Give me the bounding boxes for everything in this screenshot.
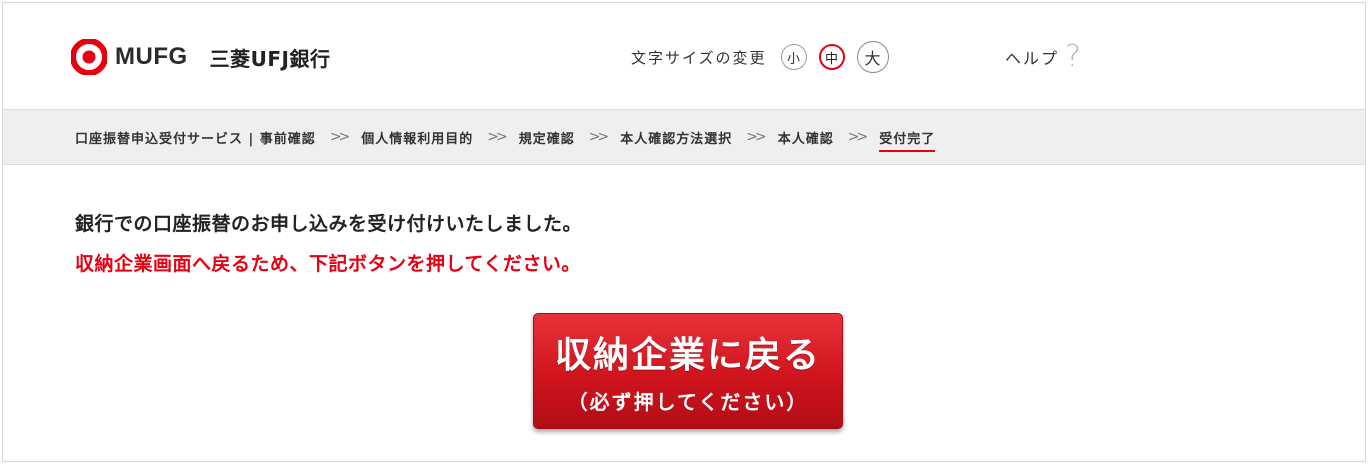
breadcrumb-step-complete: 受付完了 (879, 128, 936, 152)
return-instruction-message: 収納企業画面へ戻るため、下記ボタンを押してください。 (75, 253, 581, 275)
help-label: ヘルプ (1005, 49, 1060, 68)
breadcrumb-step-terms-check: 規定確認 (518, 131, 575, 147)
font-size-label: 文字サイズの変更 (631, 48, 767, 67)
logo-text: MUFG (115, 43, 188, 70)
bank-name: 三菱UFJ銀行 (209, 46, 331, 71)
return-button-sub-label: （必ず押してください） (567, 390, 809, 414)
breadcrumb: 口座振替申込受付サービス | 事前確認 >> 個人情報利用目的 >> 規定確認 … (3, 109, 1365, 165)
return-button-label: 収納企業に戻る (554, 335, 821, 376)
mufg-logo-icon (71, 39, 107, 75)
double-chevron-right-icon: >> (329, 129, 351, 145)
breadcrumb-step-privacy-purpose: 個人情報利用目的 (361, 131, 474, 147)
font-size-large-button[interactable]: 大 (856, 41, 889, 73)
font-size-controls: 文字サイズの変更 小 中 大 (631, 41, 901, 73)
font-size-medium-button[interactable]: 中 (818, 44, 845, 70)
font-size-small-button[interactable]: 小 (780, 44, 807, 70)
return-to-merchant-button[interactable]: 収納企業に戻る （必ず押してください） (533, 313, 843, 429)
header: MUFG 三菱UFJ銀行 文字サイズの変更 小 中 大 ヘルプ ? (3, 3, 1365, 109)
double-chevron-right-icon: >> (487, 129, 508, 145)
breadcrumb-step-pre-check: 口座振替申込受付サービス | 事前確認 (75, 131, 316, 147)
completion-message: 銀行での口座振替のお申し込みを受け付けいたしました。 (75, 213, 583, 235)
help-question-icon: ? (1065, 39, 1081, 74)
double-chevron-right-icon: >> (746, 129, 767, 145)
double-chevron-right-icon: >> (847, 129, 869, 145)
double-chevron-right-icon: >> (588, 129, 610, 145)
page-frame: MUFG 三菱UFJ銀行 文字サイズの変更 小 中 大 ヘルプ ? 口座振替申込… (2, 2, 1366, 462)
bank-logo[interactable]: MUFG 三菱UFJ銀行 (71, 39, 331, 75)
breadcrumb-step-id-method: 本人確認方法選択 (620, 131, 733, 147)
help-link[interactable]: ヘルプ ? (1005, 39, 1081, 75)
breadcrumb-step-id-verification: 本人確認 (777, 131, 834, 147)
